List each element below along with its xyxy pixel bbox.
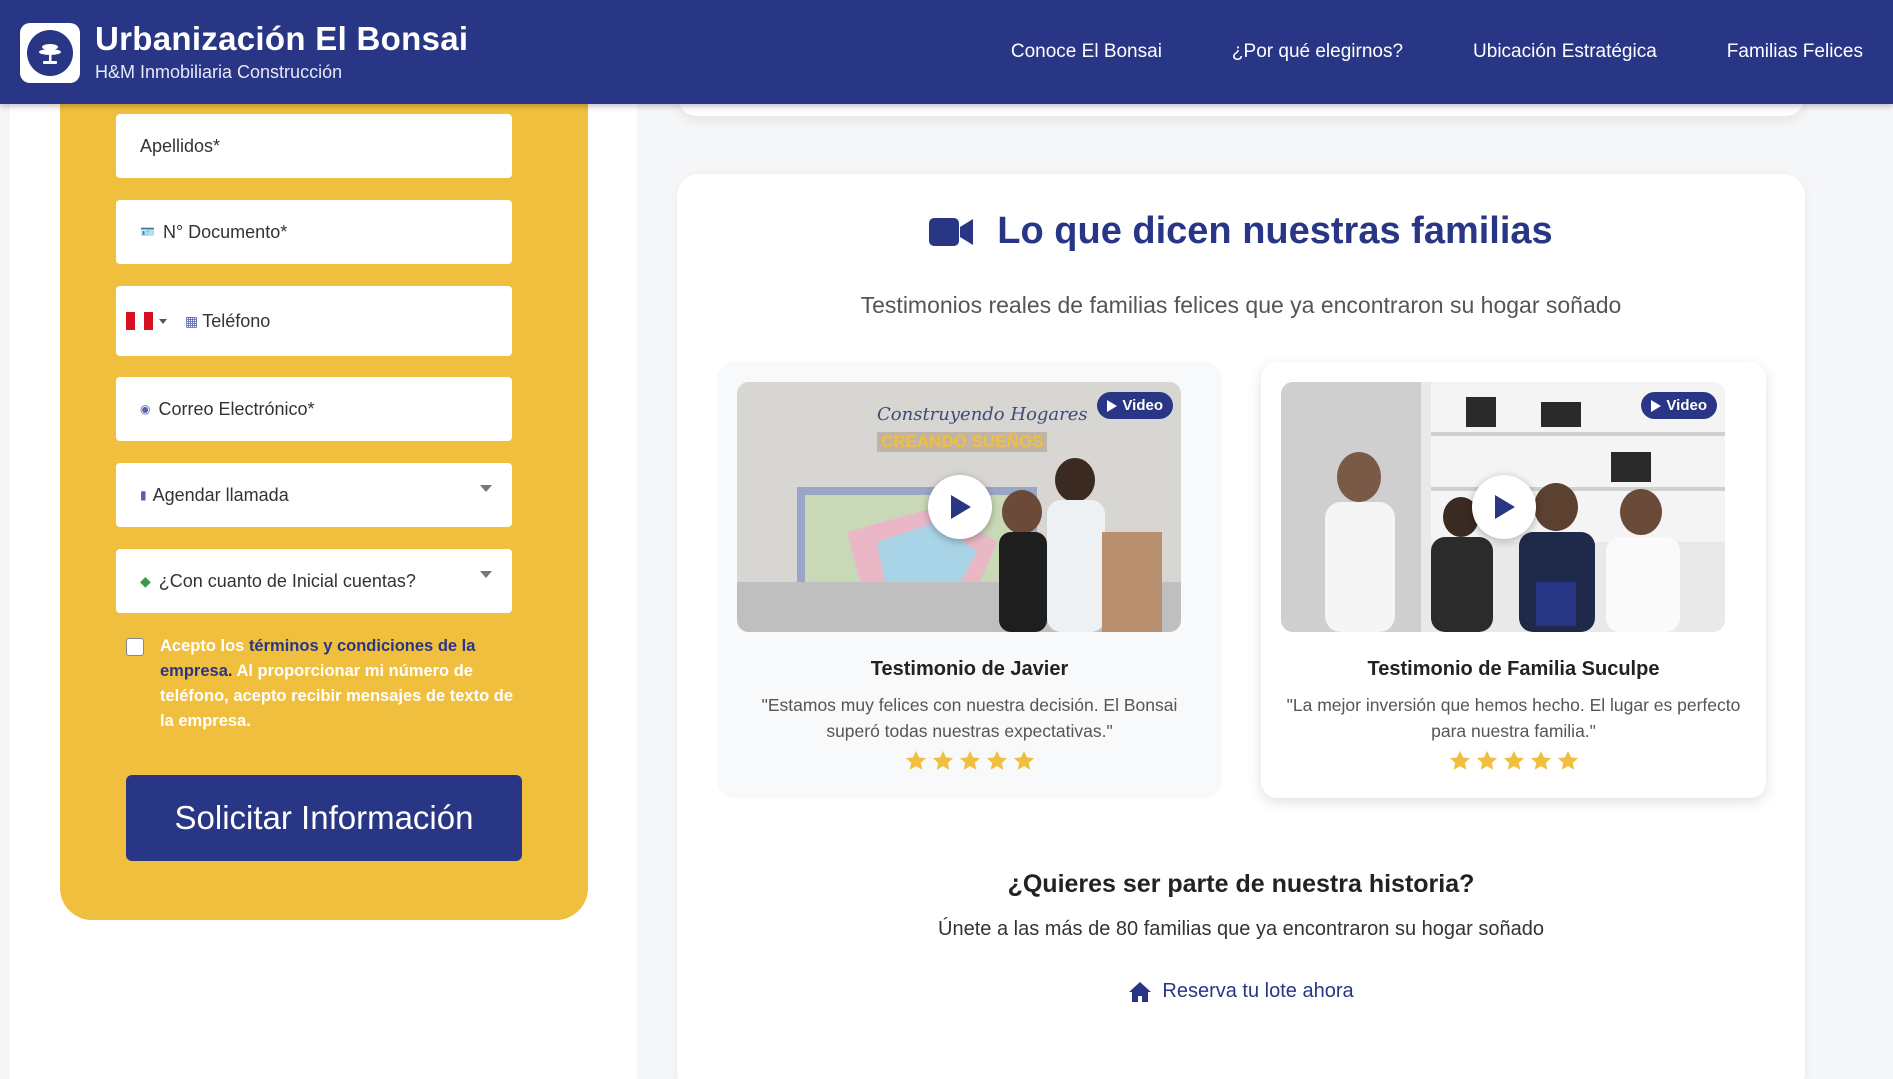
play-icon xyxy=(1495,495,1515,519)
star-icon xyxy=(1557,750,1578,770)
reserve-link[interactable]: Reserva tu lote ahora xyxy=(677,980,1805,1003)
main-nav: Conoce El Bonsai ¿Por qué elegirnos? Ubi… xyxy=(1011,0,1863,104)
video-thumbnail-javier[interactable]: Construyendo Hogares CREANDO SUEÑOS Vide… xyxy=(737,382,1181,632)
testimonial-quote: "La mejor inversión que hemos hecho. El … xyxy=(1286,695,1741,741)
site-header: Urbanización El Bonsai H&M Inmobiliaria … xyxy=(0,0,1893,104)
star-icon xyxy=(1530,750,1551,770)
email-icon: ◉ xyxy=(140,402,151,416)
agendar-select[interactable]: ▮ Agendar llamada xyxy=(116,463,512,527)
nav-familias[interactable]: Familias Felices xyxy=(1727,41,1863,63)
star-icon xyxy=(932,750,953,770)
documento-placeholder: N° Documento* xyxy=(162,221,288,242)
peru-flag-icon[interactable] xyxy=(126,312,153,330)
id-card-icon: 🪪 xyxy=(140,225,155,239)
phone-call-icon: ▮ xyxy=(140,488,147,502)
play-button[interactable] xyxy=(928,475,992,539)
inicial-select[interactable]: ◆ ¿Con cuanto de Inicial cuentas? xyxy=(116,549,512,613)
apellidos-placeholder: Apellidos* xyxy=(140,135,221,156)
apellidos-field[interactable]: Apellidos* xyxy=(116,114,512,178)
section-title: Lo que dicen nuestras familias xyxy=(997,210,1553,252)
section-heading: Lo que dicen nuestras familias xyxy=(677,210,1805,253)
terms-checkbox[interactable] xyxy=(126,638,144,656)
video-badge: Video xyxy=(1641,392,1717,419)
brand-subtitle: H&M Inmobiliaria Construcción xyxy=(95,62,343,82)
nav-conoce[interactable]: Conoce El Bonsai xyxy=(1011,41,1162,63)
money-icon: ◆ xyxy=(140,572,151,589)
sign-text-1: Construyendo Hogares xyxy=(877,404,1088,425)
chevron-down-icon xyxy=(480,571,492,578)
terms-consent: Acepto los términos y condiciones de la … xyxy=(126,634,526,734)
play-icon xyxy=(951,495,971,519)
star-rating xyxy=(1261,750,1766,772)
video-thumbnail-suculpe[interactable]: Video xyxy=(1281,382,1725,632)
correo-placeholder: Correo Electrónico* xyxy=(158,398,315,419)
sign-text-2: CREANDO SUEÑOS xyxy=(877,432,1048,452)
star-icon xyxy=(959,750,980,770)
star-icon xyxy=(1476,750,1497,770)
home-icon xyxy=(1129,981,1152,1002)
section-subtitle: Testimonios reales de familias felices q… xyxy=(860,292,1622,318)
testimonial-name: Testimonio de Javier xyxy=(870,658,1069,680)
testimonials-section: Lo que dicen nuestras familias Testimoni… xyxy=(677,174,1805,1079)
play-small-icon xyxy=(1651,399,1662,412)
telefono-field[interactable]: ▦ Teléfono xyxy=(116,286,512,356)
star-icon xyxy=(1503,750,1524,770)
testimonial-card-suculpe: Video Testimonio de Familia Suculpe "La … xyxy=(1261,362,1766,798)
nav-ubicacion[interactable]: Ubicación Estratégica xyxy=(1473,41,1657,63)
video-badge: Video xyxy=(1097,392,1173,419)
agendar-value: Agendar llamada xyxy=(152,484,289,505)
country-caret-icon[interactable] xyxy=(159,318,167,324)
cta-title: ¿Quieres ser parte de nuestra historia? xyxy=(1007,870,1475,898)
testimonial-name: Testimonio de Familia Suculpe xyxy=(1367,658,1660,680)
phone-icon: ▦ xyxy=(185,312,199,329)
star-icon xyxy=(1449,750,1470,770)
inicial-value: ¿Con cuanto de Inicial cuentas? xyxy=(158,570,416,591)
telefono-placeholder: Teléfono xyxy=(202,310,271,331)
testimonial-card-javier: Construyendo Hogares CREANDO SUEÑOS Vide… xyxy=(717,362,1222,798)
star-rating xyxy=(717,750,1222,772)
cta-subtitle: Únete a las más de 80 familias que ya en… xyxy=(938,918,1544,940)
star-icon xyxy=(1013,750,1034,770)
video-camera-icon xyxy=(929,217,974,246)
submit-button[interactable]: Solicitar Información xyxy=(126,775,522,861)
logo[interactable] xyxy=(20,23,80,83)
video-badge-label: Video xyxy=(1666,397,1707,414)
documento-field[interactable]: 🪪 N° Documento* xyxy=(116,200,512,264)
video-badge-label: Video xyxy=(1122,397,1163,414)
correo-field[interactable]: ◉ Correo Electrónico* xyxy=(116,377,512,441)
testimonial-quote: "Estamos muy felices con nuestra decisió… xyxy=(761,695,1178,741)
star-icon xyxy=(905,750,926,770)
play-small-icon xyxy=(1107,399,1118,412)
play-button[interactable] xyxy=(1472,475,1536,539)
brand-title: Urbanización El Bonsai xyxy=(95,20,469,57)
reserve-link-label[interactable]: Reserva tu lote ahora xyxy=(1162,980,1353,1003)
nav-por-que[interactable]: ¿Por qué elegirnos? xyxy=(1232,41,1403,63)
bonsai-tree-icon xyxy=(27,30,73,76)
chevron-down-icon xyxy=(480,485,492,492)
star-icon xyxy=(986,750,1007,770)
consent-prefix: Acepto los xyxy=(160,637,249,655)
